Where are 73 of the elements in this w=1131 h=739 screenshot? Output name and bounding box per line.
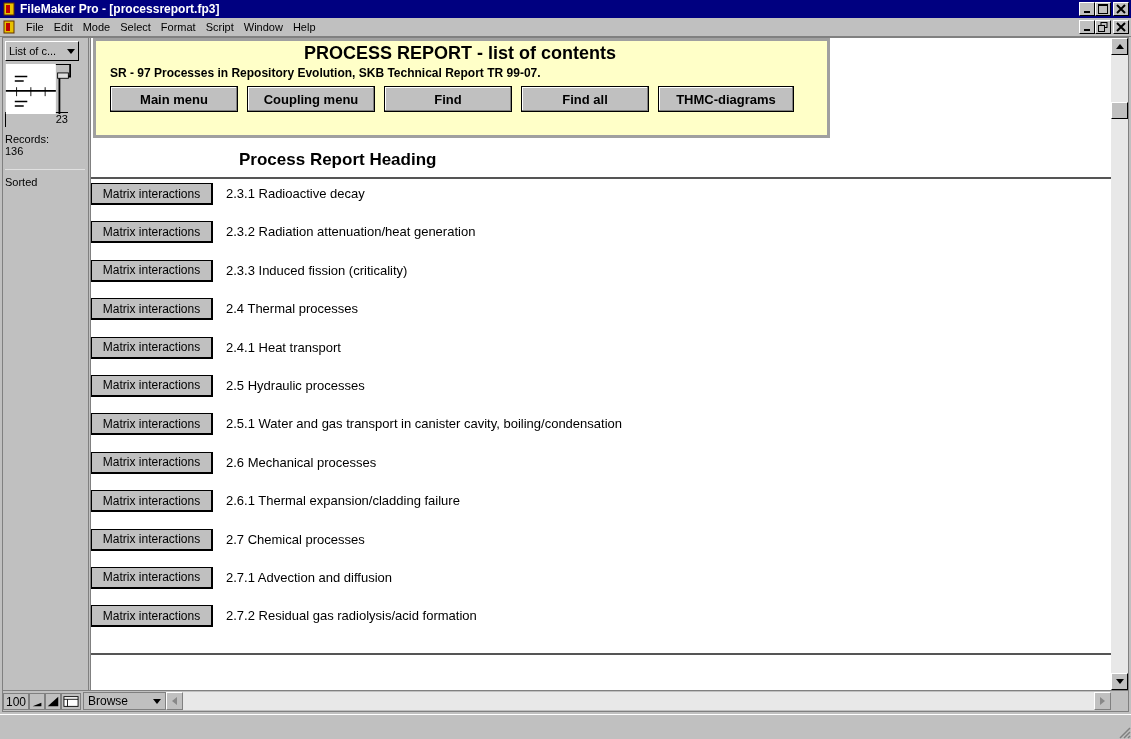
menu-item[interactable]: Format <box>160 21 196 33</box>
records-label: Records: <box>5 133 50 145</box>
nav-button[interactable]: Find <box>384 86 512 112</box>
report-title: PROCESS REPORT - list of contents <box>303 43 617 64</box>
scroll-thumb[interactable] <box>1111 102 1128 119</box>
caret-icon <box>153 698 162 704</box>
process-heading: 2.4.1 Heat transport <box>226 339 341 355</box>
nav-button[interactable]: THMC-diagrams <box>658 86 794 112</box>
close-button[interactable] <box>1113 20 1129 34</box>
mode-dropdown[interactable]: Browse <box>83 692 167 710</box>
matrix-button[interactable]: Matrix interactions <box>91 298 213 321</box>
process-heading: 2.6 Mechanical processes <box>226 454 377 470</box>
minimize-button[interactable] <box>1079 20 1095 34</box>
nav-button[interactable]: Main menu <box>110 86 238 112</box>
process-heading: 2.3.1 Radioactive decay <box>226 186 365 201</box>
menu-item[interactable]: Mode <box>82 21 111 33</box>
zoom-level[interactable]: 100 <box>3 692 30 710</box>
close-icon <box>1116 4 1126 14</box>
process-heading: 2.3.3 Induced fission (criticality) <box>226 262 408 278</box>
restore-icon <box>1098 22 1108 32</box>
matrix-button[interactable]: Matrix interactions <box>91 183 213 205</box>
process-heading: 2.7 Chemical processes <box>226 531 365 547</box>
zoom-out-icon[interactable] <box>29 692 46 710</box>
sort-status: Sorted <box>5 169 85 188</box>
menu-item[interactable]: Help <box>292 21 316 33</box>
nav-button[interactable]: Find all <box>521 86 649 112</box>
menu-item[interactable]: Select <box>120 21 151 33</box>
menu-item[interactable]: File <box>26 21 44 33</box>
zoom-in-icon[interactable] <box>45 692 62 710</box>
maximize-button[interactable] <box>1095 2 1111 16</box>
scroll-down-icon[interactable] <box>1115 679 1124 684</box>
book-icon[interactable] <box>5 64 71 114</box>
column-heading: Process Report Heading <box>91 138 1111 179</box>
matrix-button[interactable]: Matrix interactions <box>91 490 213 513</box>
records-count: 136 <box>5 145 24 157</box>
process-heading: 2.6.1 Thermal expansion/cladding failure <box>226 493 460 509</box>
minimize-icon <box>1084 29 1090 31</box>
maximize-icon <box>1098 4 1108 14</box>
matrix-button[interactable]: Matrix interactions <box>91 566 213 589</box>
matrix-button[interactable]: Matrix interactions <box>91 605 213 628</box>
menu-item[interactable]: Script <box>205 21 234 33</box>
matrix-button[interactable]: Matrix interactions <box>91 451 213 474</box>
matrix-button[interactable]: Matrix interactions <box>91 259 213 282</box>
matrix-button[interactable]: Matrix interactions <box>91 413 213 436</box>
matrix-button[interactable]: Matrix interactions <box>91 336 213 359</box>
close-icon <box>1116 22 1126 32</box>
close-button[interactable] <box>1113 2 1129 16</box>
app-icon <box>2 2 16 16</box>
matrix-button[interactable]: Matrix interactions <box>91 528 213 551</box>
process-heading: 2.3.2 Radiation attenuation/heat generation <box>226 224 476 240</box>
record-number-field[interactable]: 23 <box>5 112 68 127</box>
minimize-button[interactable] <box>1079 2 1095 16</box>
process-heading: 2.5.1 Water and gas transport in canister cavity, boiling/condensation <box>226 416 622 432</box>
restore-button[interactable] <box>1095 20 1111 34</box>
menu-item[interactable]: Window <box>243 21 283 33</box>
matrix-button[interactable]: Matrix interactions <box>91 374 213 397</box>
status-area-icon[interactable] <box>61 692 82 710</box>
process-heading: 2.5 Hydraulic processes <box>226 377 365 393</box>
document-icon <box>2 20 16 34</box>
matrix-button[interactable]: Matrix interactions <box>91 221 213 244</box>
minimize-icon <box>1084 11 1090 13</box>
process-heading: 2.7.1 Advection and diffusion <box>226 569 392 585</box>
scroll-up-icon[interactable] <box>1115 44 1124 49</box>
menu-item[interactable]: Edit <box>53 21 73 33</box>
resize-grip-icon[interactable] <box>1119 727 1131 739</box>
vertical-scrollbar[interactable] <box>1111 38 1128 690</box>
caret-icon <box>67 48 75 54</box>
layout-dropdown[interactable]: List of c... <box>5 41 79 61</box>
process-heading: 2.7.2 Residual gas radiolysis/acid formation <box>226 608 477 624</box>
window-title: FileMaker Pro - [processreport.fp3] <box>20 2 220 16</box>
report-subtitle: SR - 97 Processes in Repository Evolution, SKB Technical Report TR 99-07. <box>110 66 542 80</box>
process-heading: 2.4 Thermal processes <box>226 301 358 317</box>
nav-button[interactable]: Coupling menu <box>247 86 375 112</box>
